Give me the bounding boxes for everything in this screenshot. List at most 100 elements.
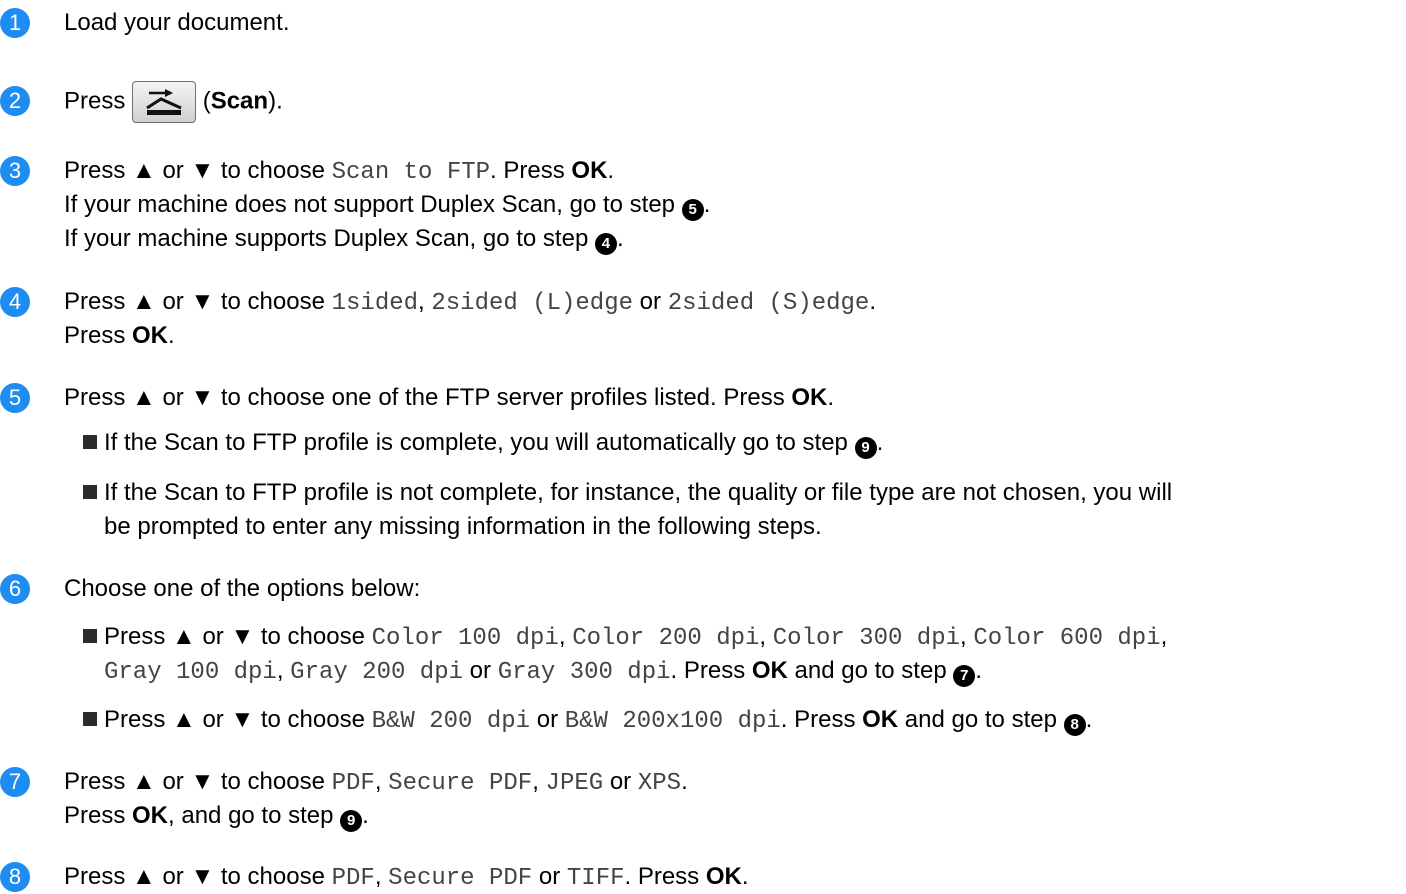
text-run: , xyxy=(374,863,389,890)
text-run: JPEG xyxy=(545,770,604,797)
step-4-line-2: Press OK. xyxy=(64,321,175,351)
step-3-line-2: If your machine does not support Duplex … xyxy=(64,190,710,221)
step-5-bullet-2-cont: be prompted to enter any missing informa… xyxy=(104,513,822,540)
step-7-line-2: Press OK, and go to step 9. xyxy=(64,801,369,832)
text-run: Gray 100 dpi xyxy=(104,659,277,686)
text-run: . xyxy=(168,322,175,349)
text-run: Press ▲ or ▼ to choose one of the FTP se… xyxy=(64,384,792,411)
text-run: . Press xyxy=(490,157,572,184)
text-run: OK xyxy=(751,657,788,684)
text-run: Color 600 dpi xyxy=(973,625,1161,652)
text-run: 1sided xyxy=(331,290,419,317)
text-run: Press ▲ or ▼ to choose xyxy=(64,157,332,184)
step-1-text: Load your document. xyxy=(64,9,290,36)
step-3-line-1: Press ▲ or ▼ to choose Scan to FTP. Pres… xyxy=(64,156,614,188)
step-7-line-1: Press ▲ or ▼ to choose PDF, Secure PDF, … xyxy=(64,767,688,799)
step-number-4: 4 xyxy=(0,287,30,317)
text-run: PDF xyxy=(331,770,375,797)
text-run: . xyxy=(975,657,983,684)
text-run: . xyxy=(869,288,877,315)
step-ref-8: 8 xyxy=(1063,714,1086,736)
step-number-2: 2 xyxy=(0,86,30,116)
text-run: Press ▲ or ▼ to choose xyxy=(104,623,372,650)
step-ref-7: 7 xyxy=(953,665,976,687)
text-run: If the Scan to FTP profile is complete, … xyxy=(104,429,855,456)
text-run: , and go to step xyxy=(168,802,341,829)
scan-button[interactable] xyxy=(132,81,197,123)
text-run: or xyxy=(603,768,638,795)
text-run: Press ▲ or ▼ to choose xyxy=(64,768,332,795)
step-number-6: 6 xyxy=(0,574,30,604)
text-run: , xyxy=(960,623,974,650)
step-ref-9: 9 xyxy=(340,810,363,832)
step-5-line-1: Press ▲ or ▼ to choose one of the FTP se… xyxy=(64,383,834,413)
step-ref-4: 4 xyxy=(594,233,617,255)
text-run: . xyxy=(681,768,688,795)
text-run: , xyxy=(1160,623,1168,650)
text-run: OK xyxy=(862,706,899,733)
step-number-7: 7 xyxy=(0,767,30,797)
text-run: or xyxy=(532,863,567,890)
step-ref-5: 5 xyxy=(681,199,704,221)
text-run: B&W 200 dpi xyxy=(371,708,531,735)
text-run: , xyxy=(558,623,573,650)
text-run: OK xyxy=(132,802,169,829)
text-run: . xyxy=(1085,706,1093,733)
text-run: . xyxy=(703,191,711,218)
step-4-line-1: Press ▲ or ▼ to choose 1sided, 2sided (L… xyxy=(64,287,876,319)
paren-close: ). xyxy=(268,87,283,115)
scan-icon xyxy=(146,89,182,115)
text-run: . Press xyxy=(624,863,706,890)
bullet-icon xyxy=(83,629,97,643)
text-run: Press ▲ or ▼ to choose xyxy=(64,863,332,890)
text-run: or xyxy=(633,288,668,315)
text-run: . Press xyxy=(780,706,863,733)
text-run: OK xyxy=(132,322,169,349)
text-run: or xyxy=(530,706,565,733)
text-run: . xyxy=(876,429,884,456)
text-run: . Press xyxy=(670,657,752,684)
text-run: Gray 200 dpi xyxy=(290,659,463,686)
text-run: Secure PDF xyxy=(388,770,533,797)
bullet-icon xyxy=(83,712,97,726)
paren-open: ( xyxy=(202,87,211,115)
step-3-line-3: If your machine supports Duplex Scan, go… xyxy=(64,224,624,255)
text-run: . xyxy=(607,157,615,184)
text-run: or xyxy=(463,657,498,684)
text-run: Press ▲ or ▼ to choose xyxy=(64,288,332,315)
text-run: and go to step xyxy=(787,657,954,684)
scan-label: Scan xyxy=(210,87,269,115)
step-2-press: Press xyxy=(64,87,126,115)
step-number-5: 5 xyxy=(0,383,30,413)
text-run: , xyxy=(759,623,773,650)
bullet-icon xyxy=(83,435,97,449)
text-run: OK xyxy=(705,863,742,890)
text-run: and go to step xyxy=(898,706,1064,733)
text-run: Color 300 dpi xyxy=(772,625,960,652)
text-run: , xyxy=(276,657,291,684)
text-run: 2sided (L)edge xyxy=(431,290,634,317)
step-number-8: 8 xyxy=(0,862,30,892)
step-5-bullet-1: If the Scan to FTP profile is complete, … xyxy=(83,428,883,459)
text-run: B&W 200x100 dpi xyxy=(564,708,781,735)
step-6-line-1: Choose one of the options below: xyxy=(64,575,421,602)
text-run: If your machine supports Duplex Scan, go… xyxy=(64,225,595,252)
text-run: Secure PDF xyxy=(388,865,533,892)
text-run: OK xyxy=(791,384,828,411)
text-run: . xyxy=(827,384,835,411)
text-run: Press xyxy=(64,322,133,349)
mono-option: Scan to FTP xyxy=(331,159,491,186)
text-run: If your machine does not support Duplex … xyxy=(64,191,682,218)
text-run: , xyxy=(532,768,546,795)
text-run: . xyxy=(616,225,624,252)
step-8-line-1: Press ▲ or ▼ to choose PDF, Secure PDF o… xyxy=(64,862,749,894)
text-run: XPS xyxy=(637,770,682,797)
step-5-bullet-2: If the Scan to FTP profile is not comple… xyxy=(83,478,1172,508)
text-run: PDF xyxy=(331,865,375,892)
text-run: TIFF xyxy=(566,865,625,892)
step-6-bullet-2: Press ▲ or ▼ to choose B&W 200 dpi or B&… xyxy=(83,705,1092,737)
text-run: OK xyxy=(571,157,608,184)
text-run: Press ▲ or ▼ to choose xyxy=(104,706,372,733)
step-ref-9: 9 xyxy=(854,437,877,459)
text-run: Color 100 dpi xyxy=(371,625,559,652)
